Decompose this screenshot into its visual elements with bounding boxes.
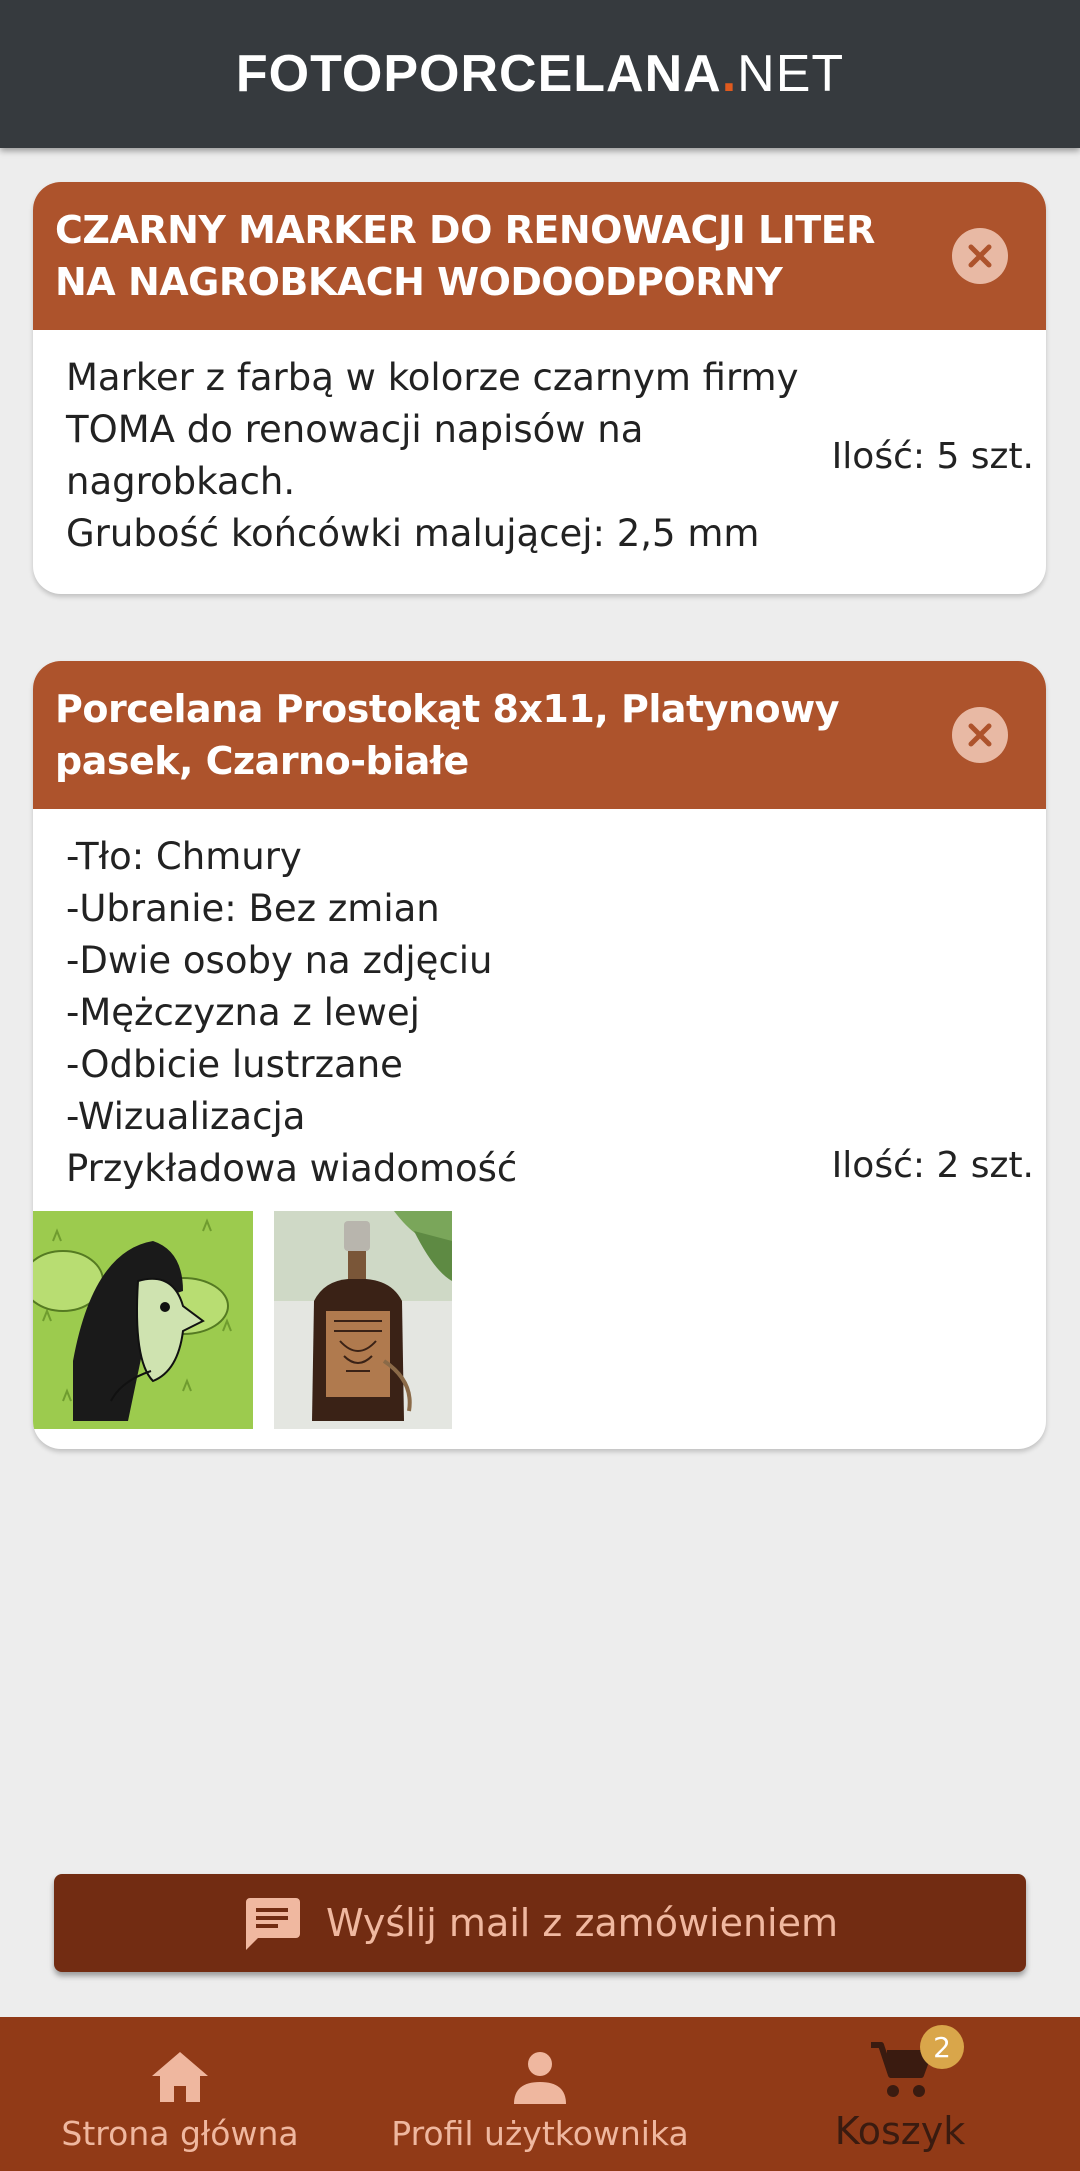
cart-item-title: Porcelana Prostokąt 8x11, Platynowy pase… (55, 687, 839, 783)
cart-count-badge: 2 (920, 2025, 964, 2069)
photo-thumbnail[interactable] (33, 1211, 253, 1429)
nav-profile-label: Profil użytkownika (391, 2114, 689, 2153)
home-icon (152, 2052, 208, 2102)
logo-main-text: FOTOPORCELANA (235, 45, 722, 103)
cart-item-header: Porcelana Prostokąt 8x11, Platynowy pase… (33, 661, 1046, 809)
send-order-mail-label: Wyślij mail z zamówieniem (325, 1901, 839, 1945)
brand-logo[interactable]: FOTOPORCELANA. NET (236, 44, 844, 104)
nav-item-home[interactable]: Strona główna (0, 2017, 360, 2171)
close-icon (968, 244, 992, 268)
message-icon (245, 1898, 300, 1950)
cart-item-card: CZARNY MARKER DO RENOWACJI LITER NA NAGR… (33, 182, 1046, 594)
cart-item-body: -Tło: Chmury -Ubranie: Bez zmian -Dwie o… (33, 809, 1046, 1449)
attached-photos (33, 1211, 452, 1429)
cart-item-card: Porcelana Prostokąt 8x11, Platynowy pase… (33, 661, 1046, 1449)
remove-item-button[interactable] (952, 228, 1008, 284)
nav-item-profile[interactable]: Profil użytkownika (360, 2017, 720, 2171)
cart-item-quantity: Ilość: 2 szt. (831, 1145, 1034, 1186)
nav-home-label: Strona główna (61, 2114, 299, 2153)
logo-suffix: NET (737, 45, 845, 103)
person-icon (514, 2052, 566, 2104)
remove-item-button[interactable] (952, 707, 1008, 763)
bottom-navigation: Strona główna Profil użytkownika Koszyk … (0, 2017, 1080, 2171)
top-app-bar: FOTOPORCELANA. NET (0, 0, 1080, 148)
photo-thumbnail[interactable] (274, 1211, 452, 1429)
cart-item-body: Marker z farbą w kolorze czarnym firmy T… (33, 330, 1046, 594)
close-icon (968, 723, 992, 747)
cart-item-header: CZARNY MARKER DO RENOWACJI LITER NA NAGR… (33, 182, 1046, 330)
cart-item-quantity: Ilość: 5 szt. (831, 436, 1034, 477)
send-order-mail-button[interactable]: Wyślij mail z zamówieniem (54, 1874, 1026, 1972)
cart-item-title: CZARNY MARKER DO RENOWACJI LITER NA NAGR… (55, 208, 875, 304)
cart-item-description: -Tło: Chmury -Ubranie: Bez zmian -Dwie o… (66, 835, 518, 1190)
logo-dot: . (721, 45, 738, 103)
nav-cart-label: Koszyk (834, 2109, 966, 2153)
cart-item-description: Marker z farbą w kolorze czarnym firmy T… (66, 356, 799, 555)
nav-item-cart[interactable]: Koszyk 2 (720, 2017, 1080, 2171)
